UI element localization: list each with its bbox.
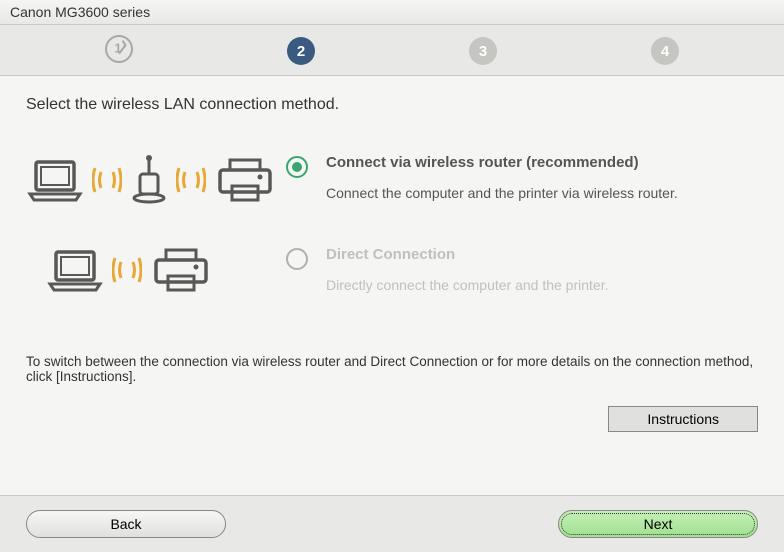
window-title: Canon MG3600 series — [10, 4, 150, 20]
step-done-icon: 1 — [105, 35, 133, 63]
page-heading: Select the wireless LAN connection metho… — [26, 96, 758, 114]
laptop-icon — [26, 156, 84, 204]
wifi-waves-icon — [92, 160, 122, 200]
option-direct[interactable]: Direct Connection Directly connect the c… — [26, 246, 758, 294]
step-4: 4 — [574, 37, 756, 65]
footnote: To switch between the connection via wir… — [26, 334, 758, 384]
bottom-bar: Back Next — [0, 496, 784, 552]
option-desc: Connect the computer and the printer via… — [326, 185, 678, 201]
step-2-current: 2 — [210, 37, 392, 65]
printer-icon — [150, 246, 212, 294]
step-1-done: 1 — [28, 35, 210, 67]
wifi-waves-icon — [176, 160, 206, 200]
step-number: 2 — [287, 37, 315, 65]
direct-graphic — [26, 246, 286, 294]
title-bar: Canon MG3600 series — [0, 0, 784, 25]
next-button[interactable]: Next — [558, 510, 758, 538]
back-button[interactable]: Back — [26, 510, 226, 538]
option-title: Connect via wireless router (recommended… — [326, 154, 678, 171]
svg-text:1: 1 — [114, 41, 121, 56]
step-3: 3 — [392, 37, 574, 65]
radio-router[interactable] — [286, 156, 308, 178]
step-number: 4 — [651, 37, 679, 65]
instructions-button[interactable]: Instructions — [608, 406, 758, 432]
content-area: Select the wireless LAN connection metho… — [0, 76, 784, 496]
step-number: 3 — [469, 37, 497, 65]
option-router[interactable]: Connect via wireless router (recommended… — [26, 154, 758, 206]
laptop-icon — [46, 246, 104, 294]
router-graphic — [26, 154, 286, 206]
option-title: Direct Connection — [326, 246, 608, 263]
stepper: 1 2 3 4 — [0, 25, 784, 76]
option-desc: Directly connect the computer and the pr… — [326, 277, 608, 293]
radio-direct[interactable] — [286, 248, 308, 270]
wifi-waves-icon — [112, 250, 142, 290]
printer-icon — [214, 156, 276, 204]
router-icon — [130, 154, 168, 206]
